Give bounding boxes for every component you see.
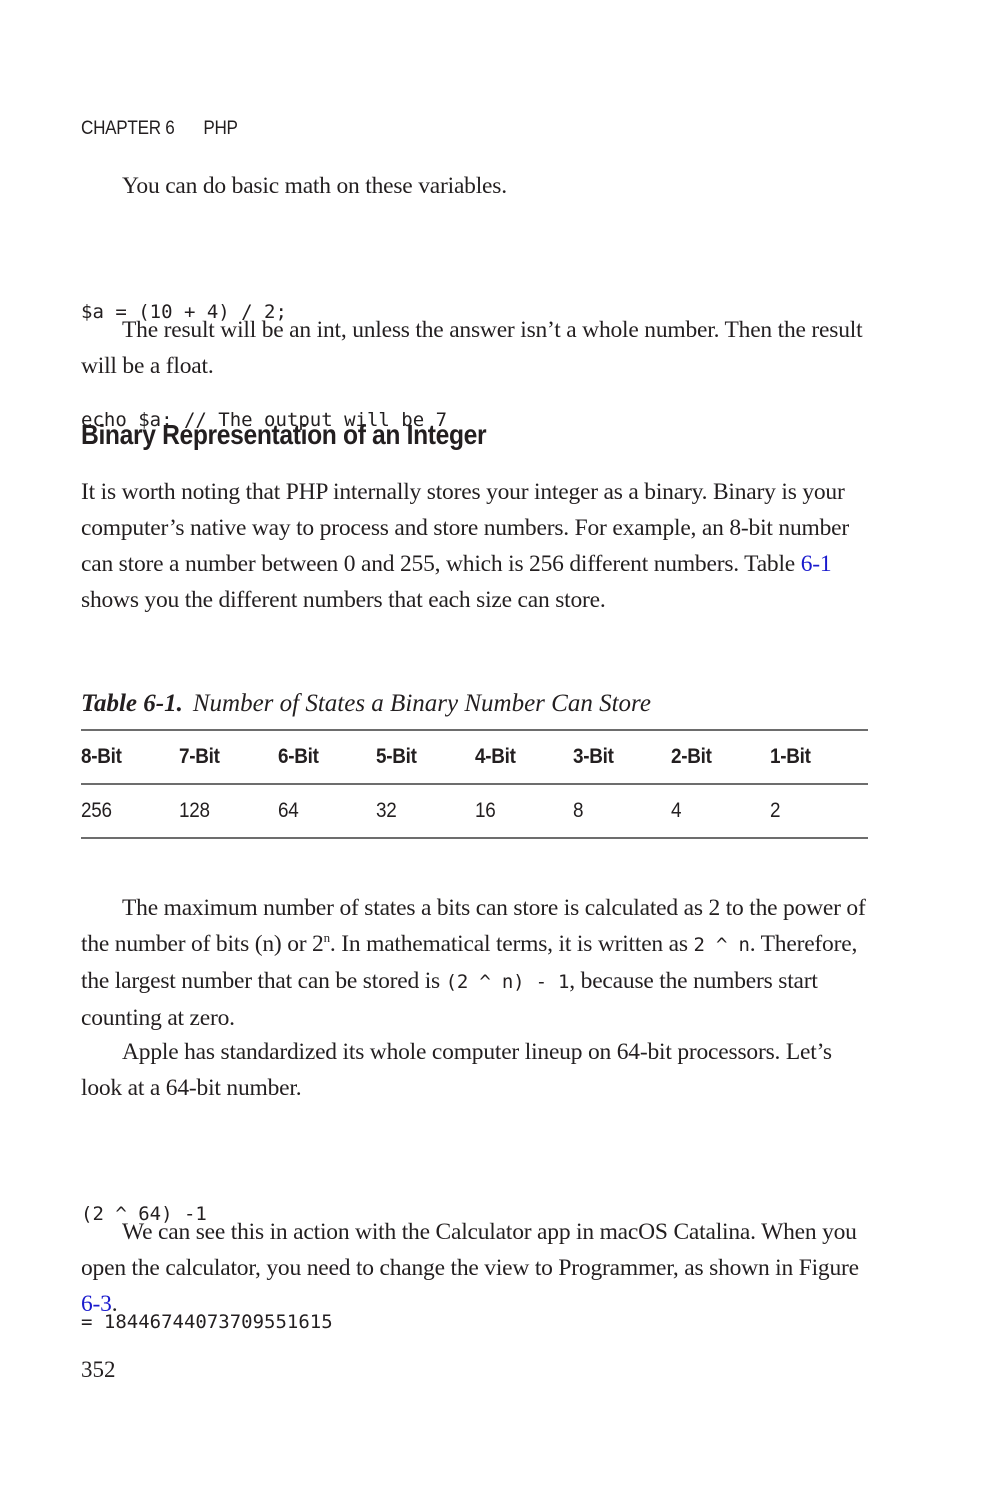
paragraph-result-type: The result will be an int, unless the an… xyxy=(81,317,863,379)
paragraph-binary-intro: It is worth noting that PHP internally s… xyxy=(81,474,869,618)
table-header-cell: 2-Bit xyxy=(671,745,712,768)
paragraph-text: It is worth noting that PHP internally s… xyxy=(81,479,850,577)
table-cell: 64 xyxy=(277,799,299,822)
paragraph-apple-64bit: Apple has standardized its whole compute… xyxy=(81,1039,832,1101)
table-row: 256 128 64 32 16 8 4 2 xyxy=(81,784,868,838)
table-header-cell: 6-Bit xyxy=(277,745,319,768)
paragraph-text: . xyxy=(111,1291,118,1317)
table-header-cell: 4-Bit xyxy=(474,745,516,768)
running-head-chapter: CHAPTER 6 xyxy=(81,118,175,139)
table-cell: 16 xyxy=(474,799,496,822)
table-header-cell: 7-Bit xyxy=(179,745,221,768)
section-heading: Binary Representation of an Integer xyxy=(81,419,487,450)
table-cell: 8 xyxy=(572,799,584,822)
table-cell: 256 xyxy=(81,799,112,822)
table-header-cell: 8-Bit xyxy=(81,745,122,768)
page-number: 352 xyxy=(81,1357,116,1382)
inline-code: 2 ^ n xyxy=(693,934,750,956)
paragraph-text: We can see this in action with the Calcu… xyxy=(81,1219,859,1281)
table-caption: Table 6-1. Number of States a Binary Numb… xyxy=(81,686,651,722)
table-cell: 4 xyxy=(671,799,682,822)
table-header-row: 8-Bit 7-Bit 6-Bit 5-Bit 4-Bit 3-Bit 2-Bi… xyxy=(81,730,868,784)
paragraph-text: shows you the different numbers that eac… xyxy=(81,587,606,613)
table-caption-label: Table 6-1. xyxy=(81,690,183,717)
running-head: CHAPTER 6 PHP xyxy=(81,116,238,142)
table-header-cell: 3-Bit xyxy=(572,745,614,768)
table-cell: 128 xyxy=(179,799,211,822)
paragraph-max-states: The maximum number of states a bits can … xyxy=(81,890,869,1036)
table-cell: 2 xyxy=(769,799,781,822)
figure-reference-link[interactable]: 6-3 xyxy=(81,1291,112,1317)
running-head-title: PHP xyxy=(203,118,238,139)
table-caption-text: Number of States a Binary Number Can Sto… xyxy=(192,690,651,717)
bit-states-table: 8-Bit 7-Bit 6-Bit 5-Bit 4-Bit 3-Bit 2-Bi… xyxy=(81,729,868,839)
table-reference-link[interactable]: 6-1 xyxy=(801,551,832,577)
paragraph-basic-math: You can do basic math on these variables… xyxy=(122,173,507,199)
paragraph-calculator: We can see this in action with the Calcu… xyxy=(81,1214,869,1322)
inline-code: (2 ^ n) - 1 xyxy=(445,971,570,993)
table-header-cell: 1-Bit xyxy=(769,745,811,768)
paragraph-text: . In mathematical terms, it is written a… xyxy=(329,931,694,957)
table-cell: 32 xyxy=(376,799,397,822)
table-header-cell: 5-Bit xyxy=(376,745,417,768)
